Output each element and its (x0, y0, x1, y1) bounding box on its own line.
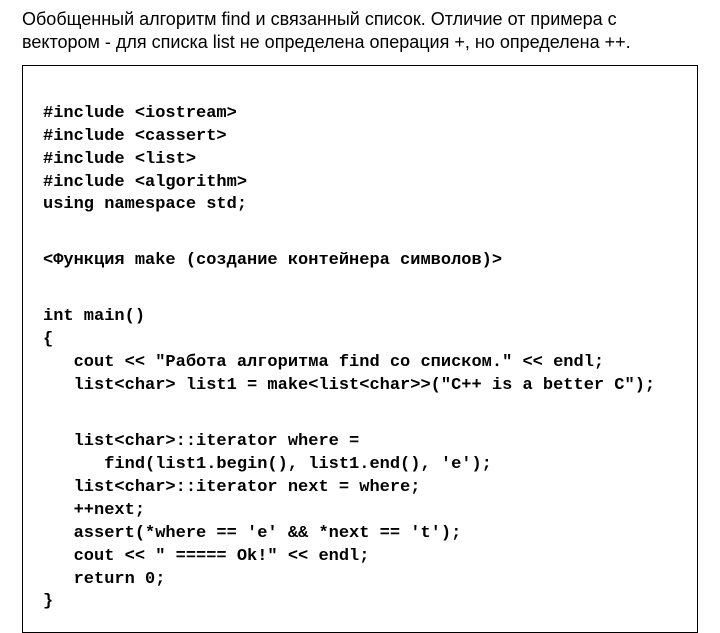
code-line: #include <algorithm> (43, 173, 247, 192)
code-line: } (43, 592, 53, 611)
code-line: #include <iostream> (43, 104, 237, 123)
code-line: cout << "Работа алгоритма find со списко… (43, 353, 604, 372)
code-line: cout << " ===== Ok!" << endl; (43, 547, 369, 566)
code-line: <Функция make (создание контейнера симво… (43, 251, 502, 270)
code-line: #include <list> (43, 150, 196, 169)
code-line: list<char> list1 = make<list<char>>("C++… (43, 376, 655, 395)
code-listing: #include <iostream> #include <cassert> #… (43, 80, 677, 615)
code-line: list<char>::iterator next = where; (43, 478, 420, 497)
code-line: list<char>::iterator where = (43, 432, 359, 451)
slide-page: Обобщенный алгоритм find и связанный спи… (0, 0, 720, 540)
code-line: ++next; (43, 501, 145, 520)
code-line: { (43, 330, 53, 349)
code-line: find(list1.begin(), list1.end(), 'e'); (43, 455, 492, 474)
code-box: #include <iostream> #include <cassert> #… (22, 65, 698, 633)
code-line: using namespace std; (43, 195, 247, 214)
caption-text: Обобщенный алгоритм find и связанный спи… (22, 8, 698, 55)
code-line: int main() (43, 307, 145, 326)
code-line: return 0; (43, 570, 165, 589)
code-line: #include <cassert> (43, 127, 227, 146)
